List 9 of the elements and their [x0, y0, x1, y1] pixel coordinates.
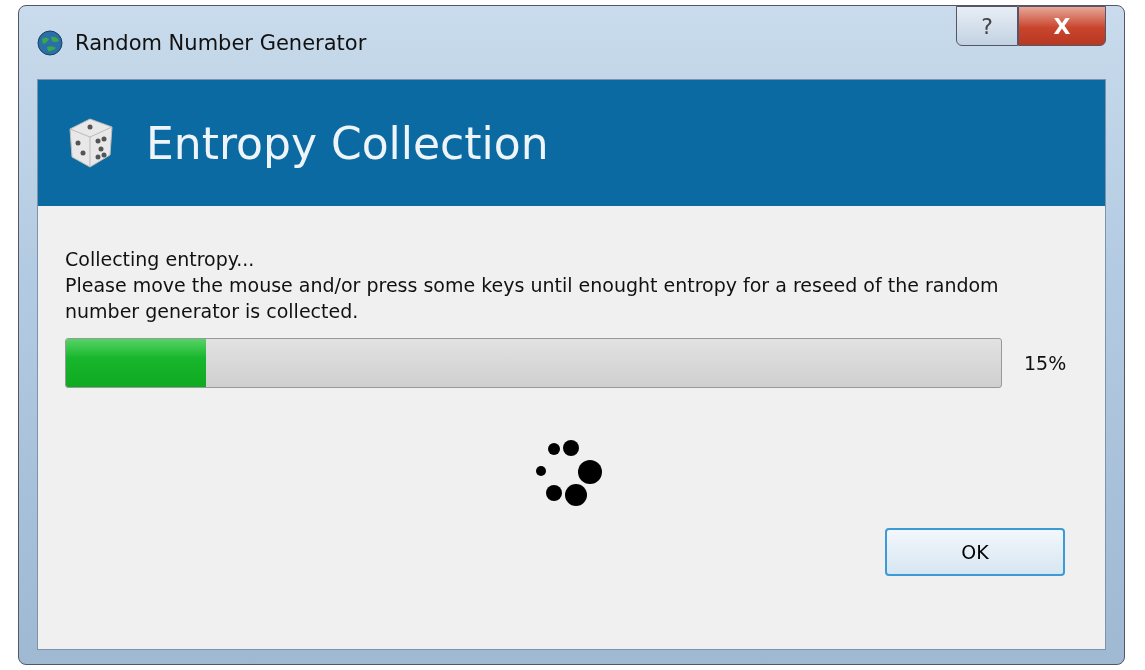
globe-icon [37, 29, 63, 56]
header-title: Entropy Collection [146, 117, 549, 169]
help-button[interactable]: ? [956, 6, 1018, 46]
window-title: Random Number Generator [75, 30, 367, 55]
instruction-text: Please move the mouse and/or press some keys until enought entropy for a reseed of the random number generator is collected. [65, 273, 1000, 324]
progress-percent: 15% [1024, 352, 1067, 374]
ok-button[interactable]: OK [885, 528, 1065, 576]
status-text: Collecting entropy... [65, 247, 256, 272]
close-button[interactable]: X [1018, 6, 1106, 46]
